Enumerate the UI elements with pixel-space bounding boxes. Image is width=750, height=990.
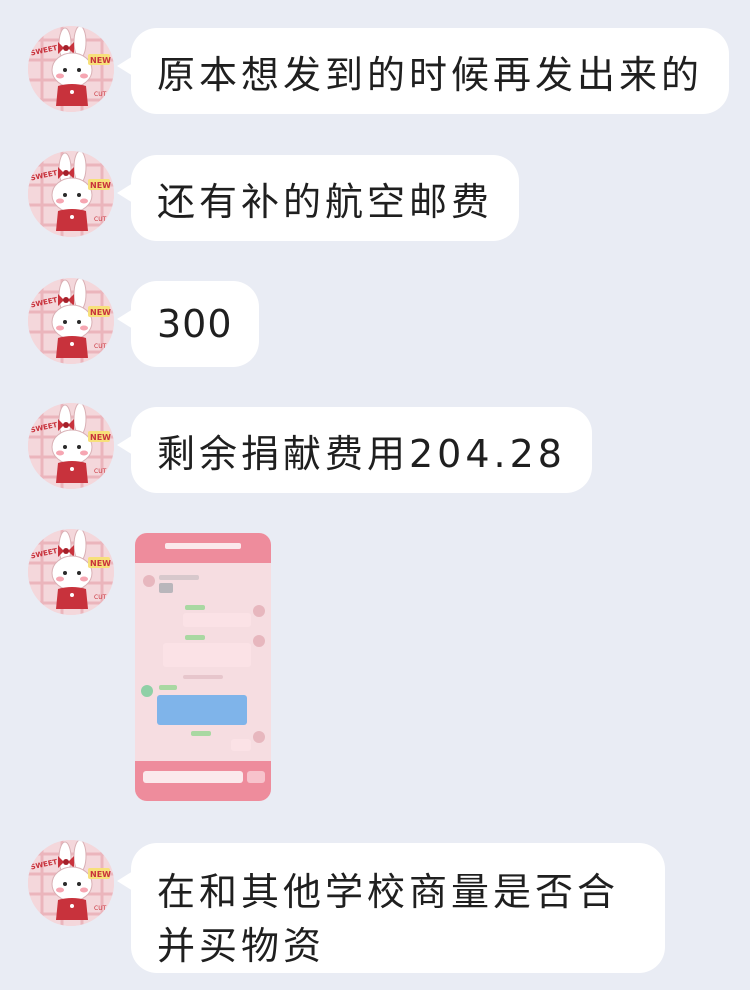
message-bubble[interactable]: 在和其他学校商量是否合并买物资 — [117, 843, 665, 973]
avatar[interactable]: SWEET NEW CUT — [28, 529, 114, 615]
message-bubble[interactable]: 300 — [117, 281, 259, 367]
svg-text:CUT: CUT — [94, 594, 107, 601]
svg-text:NEW: NEW — [90, 56, 111, 65]
svg-text:NEW: NEW — [90, 433, 111, 442]
svg-text:CUT: CUT — [94, 468, 107, 475]
bunny-avatar-icon: SWEET NEW CUT — [28, 403, 114, 489]
svg-text:NEW: NEW — [90, 308, 111, 317]
message-bubble[interactable]: 剩余捐献费用204.28 — [117, 407, 592, 493]
avatar[interactable]: SWEET NEW CUT — [28, 403, 114, 489]
message-bubble[interactable]: 原本想发到的时候再发出来的 — [116, 28, 730, 114]
svg-text:CUT: CUT — [94, 343, 107, 350]
bunny-avatar-icon: SWEET NEW CUT — [28, 151, 114, 237]
svg-text:CUT: CUT — [94, 905, 107, 912]
avatar[interactable]: SWEET NEW CUT — [28, 26, 114, 112]
bunny-avatar-icon: SWEET NEW CUT — [28, 840, 114, 926]
bunny-avatar-icon: SWEET NEW CUT — [28, 278, 114, 364]
svg-text:CUT: CUT — [94, 216, 107, 223]
avatar[interactable]: SWEET NEW CUT — [28, 840, 114, 926]
svg-text:NEW: NEW — [90, 870, 111, 879]
bunny-avatar-icon: SWEET NEW CUT — [28, 529, 114, 615]
image-message[interactable] — [135, 533, 271, 801]
bunny-avatar-icon: SWEET NEW CUT — [28, 26, 114, 112]
svg-text:NEW: NEW — [90, 559, 111, 568]
avatar[interactable]: SWEET NEW CUT — [28, 278, 114, 364]
chat-screenshot-thumbnail — [135, 533, 271, 801]
svg-text:CUT: CUT — [94, 91, 107, 98]
svg-text:NEW: NEW — [90, 181, 111, 190]
message-bubble[interactable]: 还有补的航空邮费 — [116, 155, 520, 241]
avatar[interactable]: SWEET NEW CUT — [28, 151, 114, 237]
